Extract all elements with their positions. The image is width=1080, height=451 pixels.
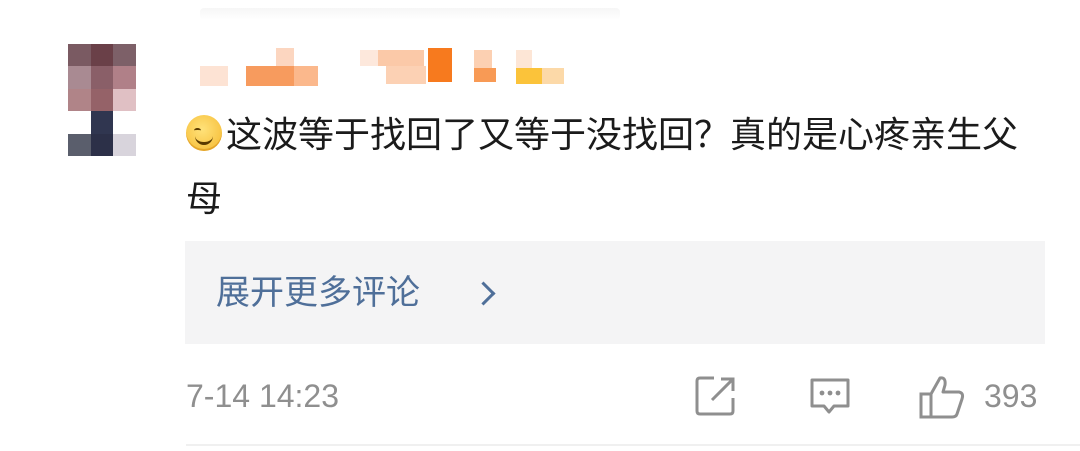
comment-icon[interactable]: [808, 374, 852, 418]
username-censored[interactable]: [200, 44, 570, 86]
divider: [186, 444, 1080, 446]
expand-more-comments-label: 展开更多评论: [216, 273, 420, 313]
comment-timestamp: 7-14 14:23: [186, 378, 340, 414]
avatar[interactable]: [68, 44, 136, 156]
expand-more-comments-button[interactable]: 展开更多评论: [185, 241, 1045, 344]
like-count: 393: [984, 378, 1038, 414]
comment-body: 这波等于找回了又等于没找回？真的是心疼亲生父母: [186, 104, 1046, 232]
share-icon[interactable]: [694, 374, 738, 418]
thumbs-up-icon[interactable]: [918, 374, 966, 420]
comment-text: 这波等于找回了又等于没找回？真的是心疼亲生父母: [186, 115, 1019, 220]
chevron-right-icon: [471, 281, 496, 306]
squint-smile-emoji-icon: [186, 115, 222, 151]
previous-comment-fade: [200, 8, 620, 20]
